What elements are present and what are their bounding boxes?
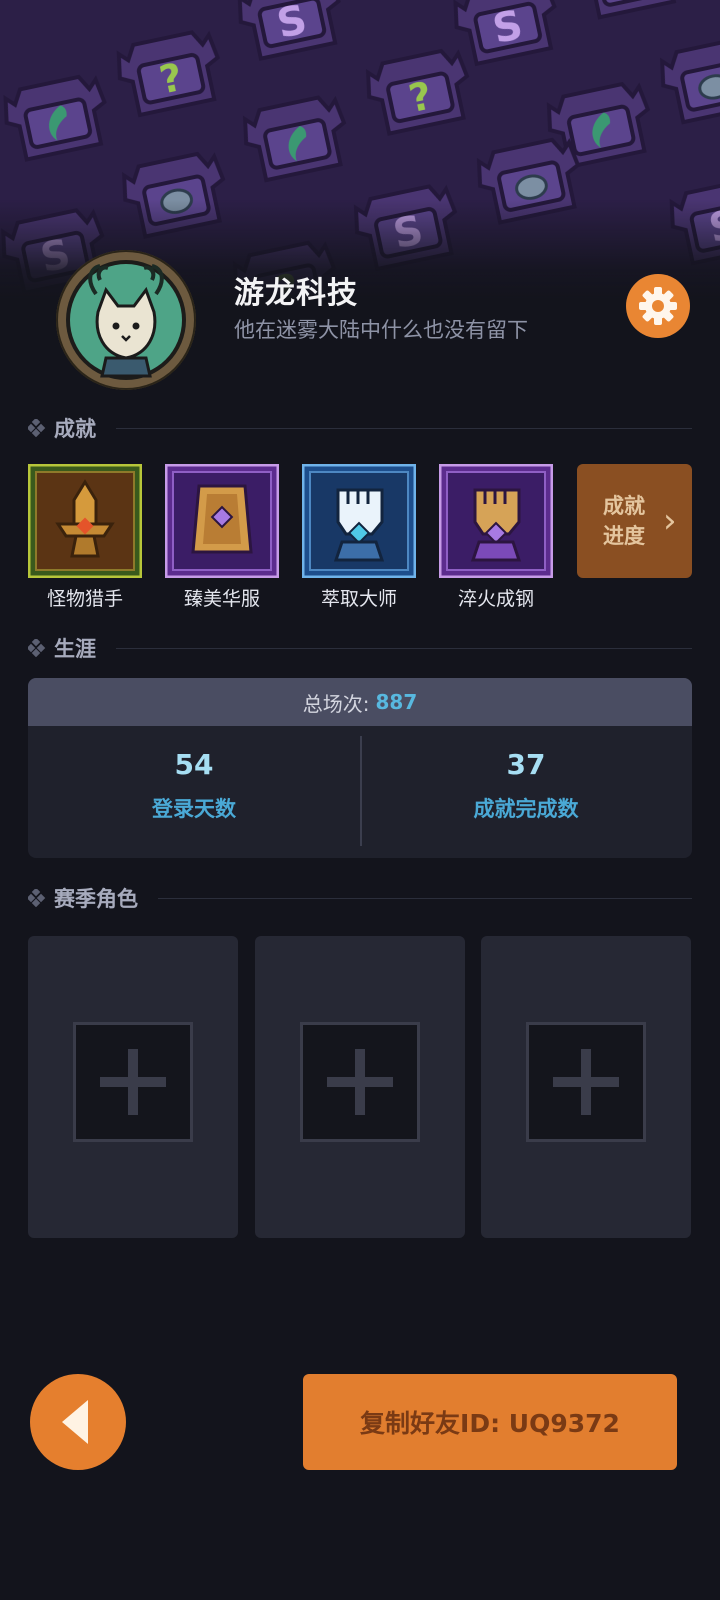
achievement-progress-button[interactable]: 成就 进度 › <box>577 464 692 578</box>
plus-icon <box>553 1049 619 1115</box>
career-panel: 总场次: 887 54 登录天数 37 成就完成数 <box>28 678 692 858</box>
achievement-badge-beautiful-outfit[interactable] <box>165 464 279 578</box>
achievement-badge-extraction-master[interactable] <box>302 464 416 578</box>
progress-label-line1: 成就 <box>603 494 645 518</box>
stat-value: 37 <box>506 748 546 781</box>
achievements-header: 成就 <box>28 412 692 444</box>
season-role-slot[interactable] <box>255 936 465 1238</box>
season-roles-title: 赛季角色 <box>54 887 138 911</box>
fist-crest-icon <box>439 464 553 578</box>
plus-icon <box>327 1049 393 1115</box>
fist-crest-icon <box>302 464 416 578</box>
copy-friend-id-button[interactable]: 复制好友ID: UQ9372 <box>303 1374 677 1470</box>
achievement-badge-monster-hunter[interactable] <box>28 464 142 578</box>
total-matches-label: 总场次: <box>302 691 370 716</box>
settings-button[interactable] <box>626 274 690 338</box>
career-stat-login-days: 54 登录天数 <box>28 726 360 858</box>
total-matches-value: 887 <box>375 690 418 714</box>
plus-icon <box>100 1049 166 1115</box>
chevron-right-icon: › <box>663 501 677 541</box>
stat-label: 成就完成数 <box>473 797 579 821</box>
stat-value: 54 <box>174 748 214 781</box>
achievement-badge-tempered-steel[interactable] <box>439 464 553 578</box>
achievement-label: 淬火成钢 <box>457 588 534 610</box>
add-role-button[interactable] <box>73 1022 193 1142</box>
achievement-label: 萃取大师 <box>320 588 397 610</box>
avatar-portrait-icon <box>58 252 194 388</box>
player-motto: 他在迷雾大陆中什么也没有留下 <box>234 318 528 342</box>
add-role-button[interactable] <box>300 1022 420 1142</box>
diamond-icon <box>28 889 46 907</box>
sword-crest-icon <box>28 464 142 578</box>
total-matches: 总场次: 887 <box>28 678 692 726</box>
avatar[interactable] <box>56 250 196 390</box>
career-header: 生涯 <box>28 632 692 664</box>
add-role-button[interactable] <box>526 1022 646 1142</box>
stat-label: 登录天数 <box>152 797 236 821</box>
arrow-left-icon <box>62 1400 88 1444</box>
achievement-label: 怪物猎手 <box>46 588 123 610</box>
season-role-slot[interactable] <box>481 936 691 1238</box>
gear-icon <box>639 287 677 325</box>
cloak-crest-icon <box>165 464 279 578</box>
progress-label-line2: 进度 <box>603 524 645 548</box>
season-roles-header: 赛季角色 <box>28 882 692 914</box>
diamond-icon <box>28 419 46 437</box>
achievement-label: 臻美华服 <box>183 588 260 610</box>
player-name: 游龙科技 <box>234 276 358 311</box>
back-button[interactable] <box>30 1374 126 1470</box>
season-role-slot[interactable] <box>28 936 238 1238</box>
career-title: 生涯 <box>54 637 96 661</box>
career-stat-achievements-done: 37 成就完成数 <box>360 726 692 858</box>
achievements-title: 成就 <box>54 417 96 441</box>
diamond-icon <box>28 639 46 657</box>
